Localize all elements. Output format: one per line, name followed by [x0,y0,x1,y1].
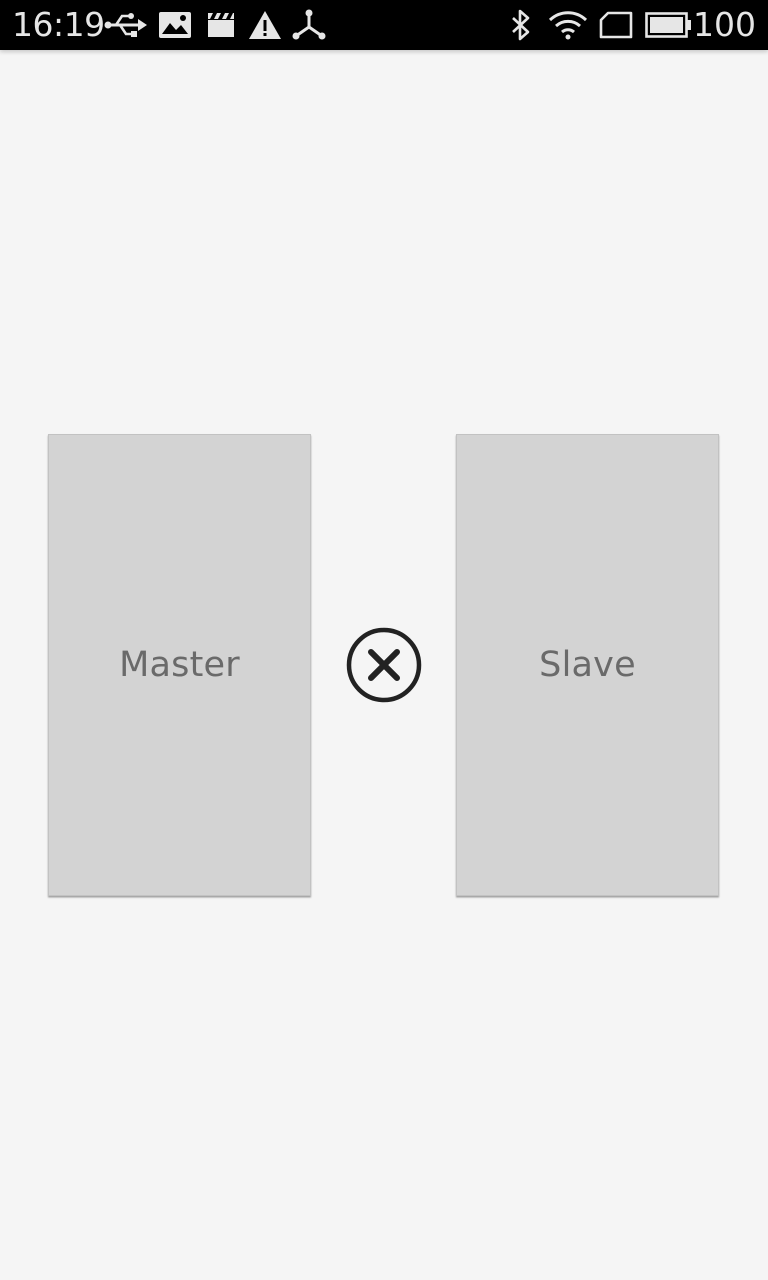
master-label: Master [119,645,240,685]
slave-label: Slave [539,645,636,685]
master-button[interactable]: Master [48,434,311,896]
battery-level: 100 [693,5,756,44]
slave-button[interactable]: Slave [456,434,719,896]
bluetooth-icon [509,0,533,50]
share-icon [292,0,326,50]
clapperboard-icon [207,0,235,50]
status-time: 16:19 [12,5,105,44]
usb-icon [104,0,148,50]
status-bar: 16:19 100 [0,0,768,50]
warning-icon [248,0,282,50]
image-icon [158,0,192,50]
cellular-icon [598,0,634,50]
wifi-icon [548,0,588,50]
battery-icon [645,0,693,50]
close-circle-icon[interactable] [345,626,423,704]
